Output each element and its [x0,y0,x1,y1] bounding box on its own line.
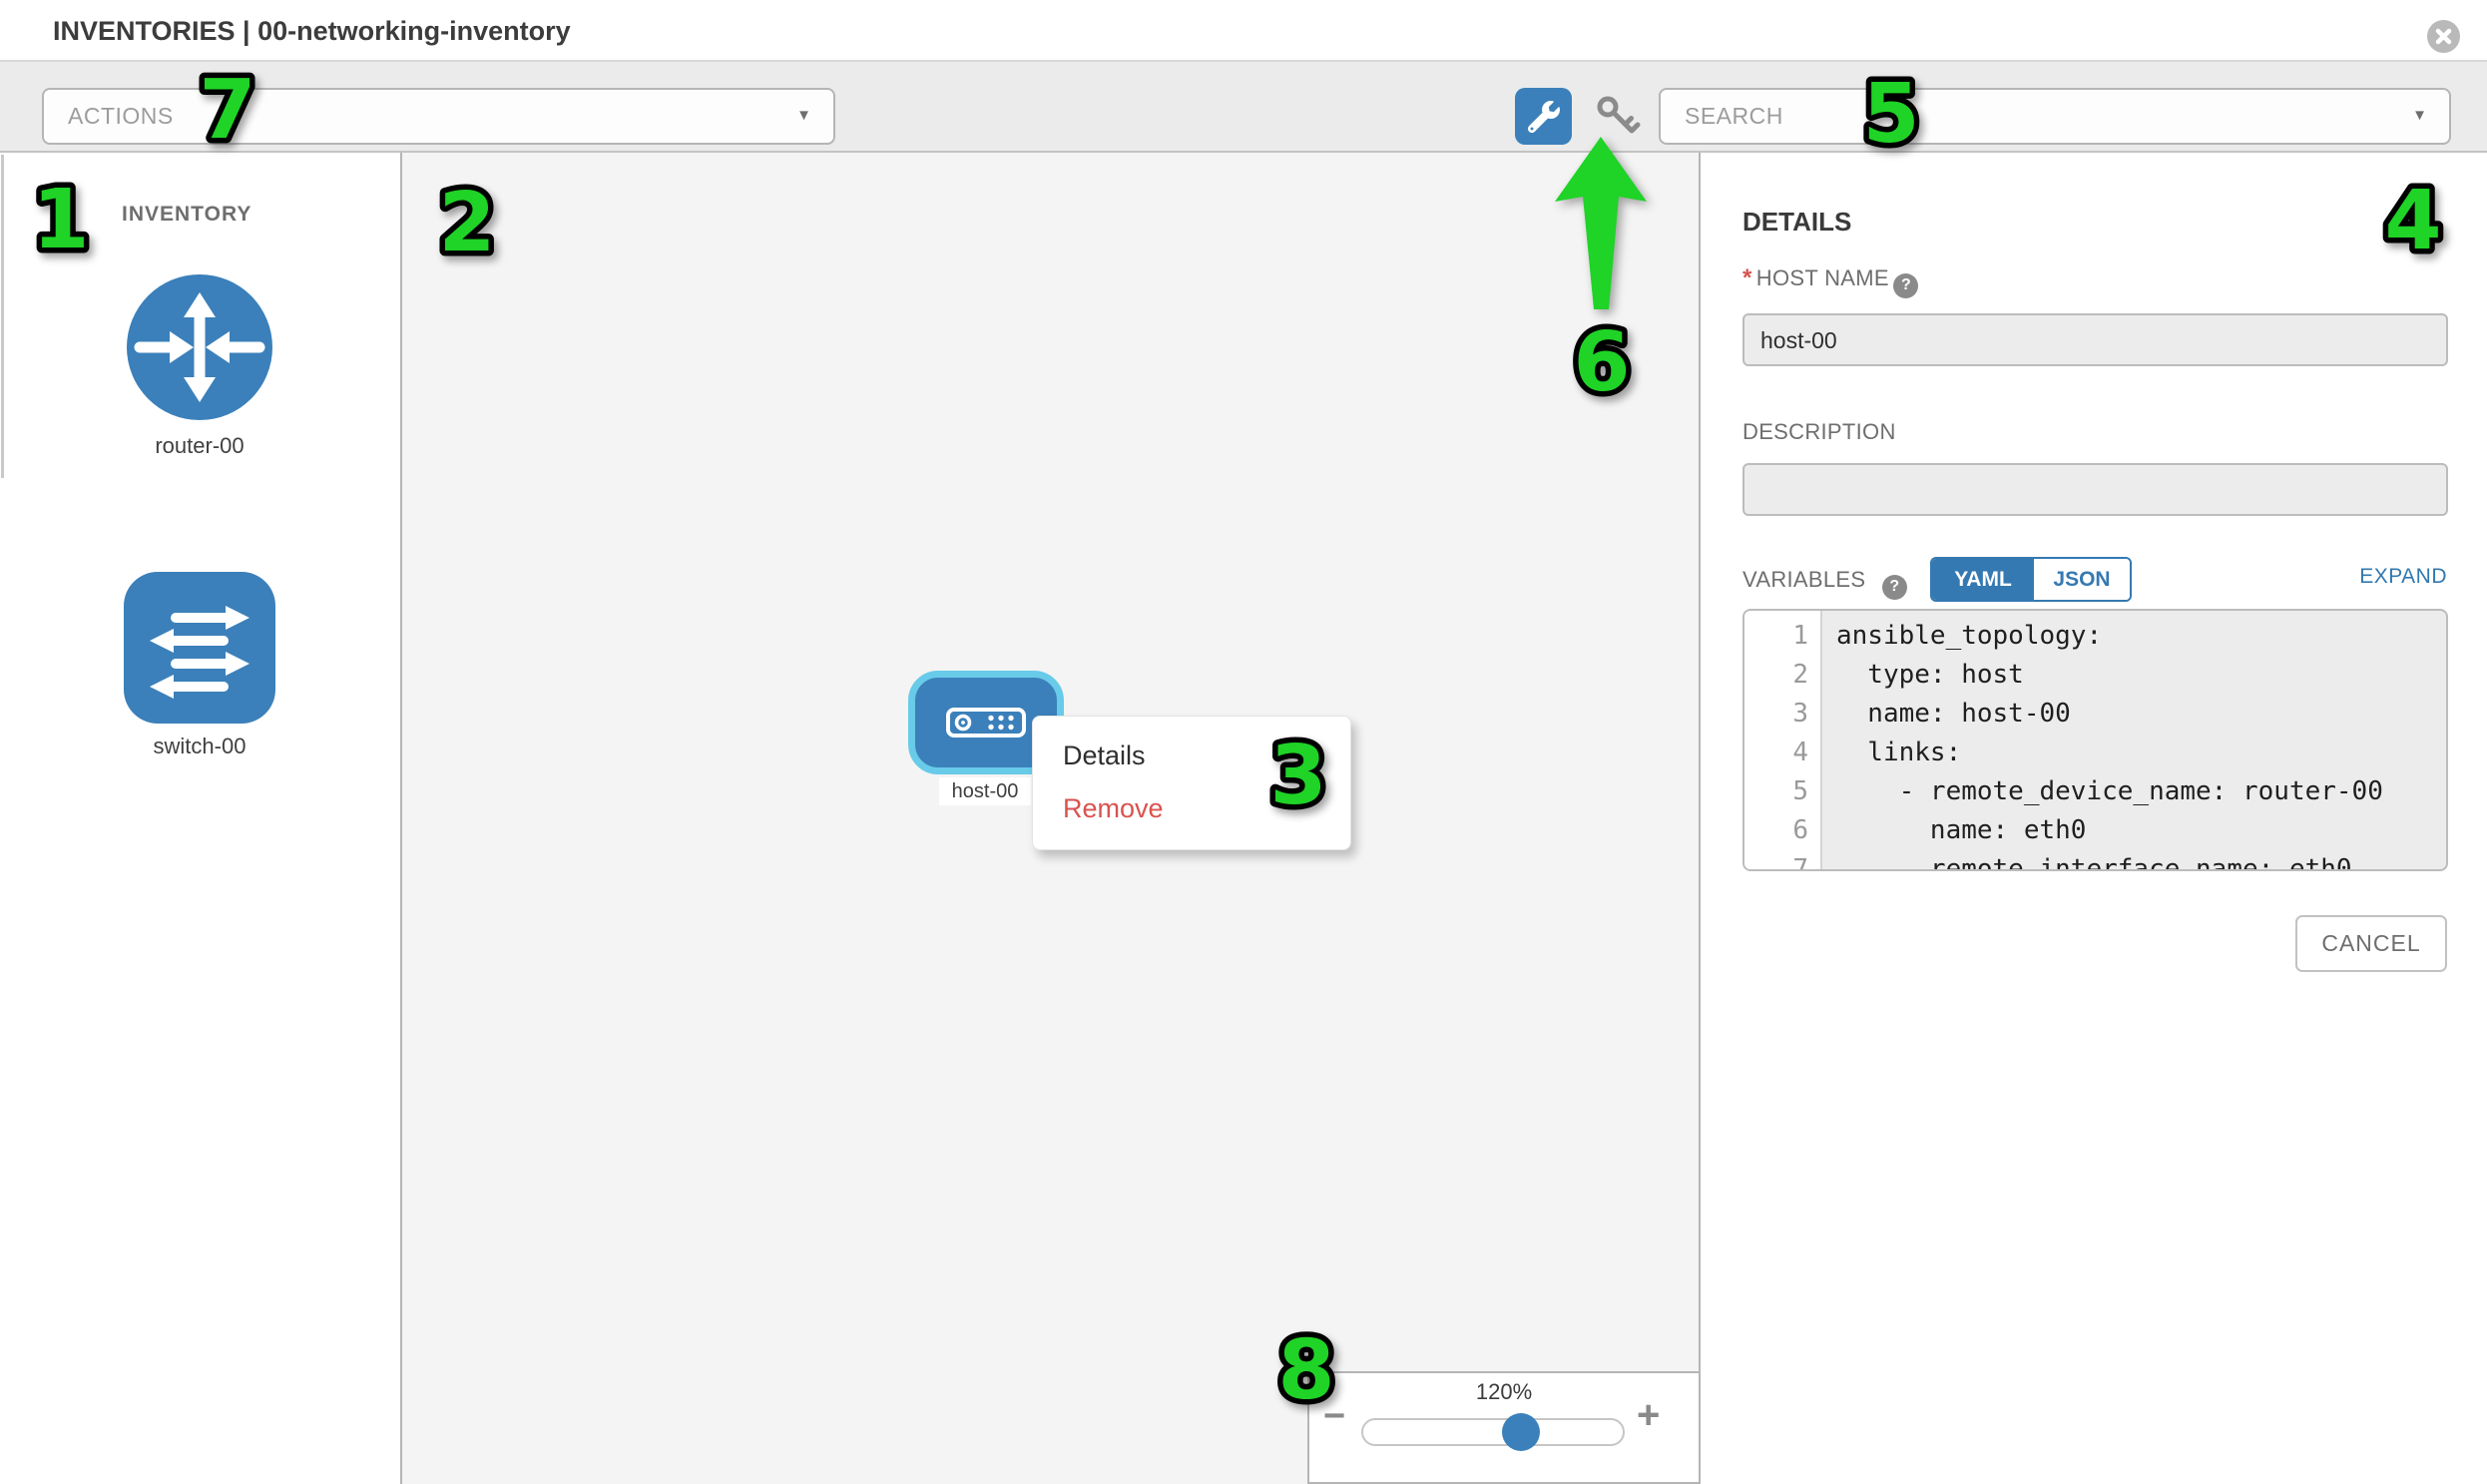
host-name-input[interactable]: host-00 [1742,313,2448,366]
actions-dropdown[interactable]: ACTIONS ▼ [42,88,835,145]
required-mark: * [1742,264,1751,291]
description-input[interactable] [1742,463,2448,516]
device-label-switch: switch-00 [100,734,299,759]
inventory-topology-app: INVENTORIES | 00-networking-inventory AC… [0,0,2487,1484]
zoom-slider-handle[interactable] [1502,1413,1540,1451]
variables-label-row: VARIABLES ? [1742,567,1907,600]
annotation-marker-3: 3 [1253,724,1343,823]
editor-line-number: 5 [1744,772,1820,811]
chevron-down-icon: ▼ [2412,107,2427,124]
editor-line-number: 2 [1744,656,1820,695]
variables-editor[interactable]: 1 2 3 4 5 6 7 ansible_topology: type: ho… [1742,609,2448,871]
help-icon[interactable]: ? [1882,575,1907,600]
actions-dropdown-label: ACTIONS [68,103,174,130]
x-glyph [2435,28,2452,45]
annotation-arrow-up [1537,120,1667,319]
editor-line-number: 4 [1744,734,1820,772]
editor-code-line: type: host [1836,656,2446,695]
editor-code-line: name: host-00 [1836,695,2446,734]
svg-text:2: 2 [438,176,495,270]
zoom-slider-track[interactable] [1361,1418,1625,1446]
editor-code-line: ansible_topology: [1836,617,2446,656]
variables-format-toggle: YAML JSON [1930,557,2132,602]
sidebar-scrollbar[interactable] [1,155,4,478]
header: INVENTORIES | 00-networking-inventory [0,0,2487,62]
server-icon [946,707,1026,739]
zoom-in-button[interactable]: + [1637,1393,1660,1438]
annotation-marker-5: 5 [1846,62,1936,162]
editor-code-area[interactable]: ansible_topology: type: host name: host-… [1822,611,2446,869]
inventory-heading: INVENTORY [122,203,251,227]
zoom-control: 120% − + [1307,1371,1701,1484]
search-dropdown[interactable]: SEARCH ▼ [1659,88,2451,145]
editor-code-line: links: [1836,734,2446,772]
host-name-label-row: * HOST NAME ? [1742,264,1918,298]
editor-line-number: 3 [1744,695,1820,734]
context-menu-item-remove[interactable]: Remove [1063,793,1164,824]
expand-link[interactable]: EXPAND [2359,565,2447,589]
switch-icon[interactable] [124,572,275,724]
help-icon[interactable]: ? [1893,273,1918,298]
editor-line-number: 6 [1744,811,1820,850]
editor-code-line: - remote_device_name: router-00 [1836,772,2446,811]
editor-line-number: 1 [1744,617,1820,656]
annotation-marker-6: 6 [1557,310,1647,410]
variables-label: VARIABLES [1742,567,1865,592]
editor-code-line: remote_interface_name: eth0 [1836,850,2446,871]
page-title: INVENTORIES | 00-networking-inventory [53,16,571,47]
context-menu-item-details[interactable]: Details [1063,741,1146,771]
annotation-marker-4: 4 [2368,169,2458,268]
description-label: DESCRIPTION [1742,419,1896,445]
svg-text:1: 1 [32,173,89,267]
editor-gutter: 1 2 3 4 5 6 7 [1744,611,1822,869]
host-name-label: HOST NAME [1756,265,1889,290]
device-label-router: router-00 [100,433,299,459]
svg-text:4: 4 [2384,174,2441,268]
yaml-toggle-button[interactable]: YAML [1932,559,2034,600]
chevron-down-icon: ▼ [796,107,811,124]
annotation-marker-2: 2 [422,171,512,270]
svg-text:6: 6 [1573,315,1630,410]
annotation-marker-7: 7 [183,58,272,158]
search-dropdown-label: SEARCH [1685,103,1783,130]
close-icon[interactable] [2427,20,2460,53]
router-icon[interactable] [124,271,275,423]
svg-text:3: 3 [1269,729,1326,823]
json-toggle-button[interactable]: JSON [2034,559,2130,600]
editor-line-number: 7 [1744,850,1820,871]
annotation-marker-1: 1 [16,168,106,267]
host-node-label: host-00 [939,777,1031,805]
svg-text:5: 5 [1862,67,1919,162]
editor-code-line: name: eth0 [1836,811,2446,850]
toolbar: ACTIONS ▼ SEARCH ▼ [0,62,2487,153]
svg-text:8: 8 [1277,1323,1334,1418]
annotation-marker-8: 8 [1261,1318,1351,1418]
svg-text:7: 7 [199,63,255,158]
cancel-button[interactable]: CANCEL [2295,915,2447,972]
details-panel-heading: DETAILS [1742,207,1851,238]
